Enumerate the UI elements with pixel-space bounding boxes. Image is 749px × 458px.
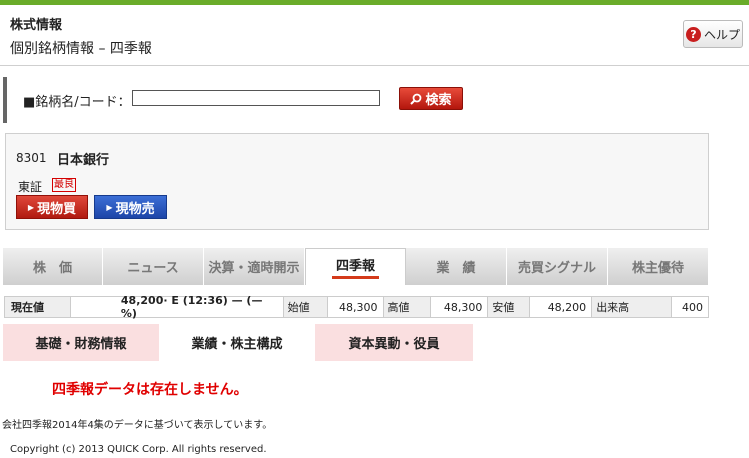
search-icon bbox=[410, 93, 422, 105]
high-price-label: 高値 bbox=[383, 297, 432, 317]
low-price-value: 48,200 bbox=[530, 297, 593, 317]
stock-code: 8301 bbox=[16, 151, 47, 165]
order-badge: 最良 bbox=[52, 178, 76, 192]
tab-label: 四季報 bbox=[331, 255, 379, 279]
tab-news[interactable]: ニュース bbox=[103, 248, 204, 285]
search-input[interactable] bbox=[132, 90, 380, 106]
header-divider bbox=[0, 65, 749, 66]
stock-name: 日本銀行 bbox=[57, 153, 110, 168]
market-label: 東証 bbox=[18, 180, 43, 194]
search-label: ■銘柄名/コード： bbox=[23, 95, 131, 110]
copyright: Copyright (c) 2013 QUICK Corp. All right… bbox=[10, 444, 267, 455]
volume-value: 400 bbox=[682, 300, 704, 314]
tab-stock-price[interactable]: 株 価 bbox=[3, 248, 103, 285]
page-section-title: 株式情報 bbox=[10, 18, 63, 33]
help-button[interactable]: ? ヘルプ bbox=[683, 20, 743, 48]
subtab-performance-shareholders[interactable]: 業績・株主構成 bbox=[159, 324, 315, 361]
search-panel: ■銘柄名/コード： 検索 bbox=[3, 77, 745, 123]
buy-button[interactable]: ▶ 現物買 bbox=[16, 195, 88, 219]
tab-label: 売買シグナル bbox=[517, 261, 596, 276]
top-accent-bar bbox=[0, 0, 749, 5]
play-icon: ▶ bbox=[27, 202, 35, 212]
main-tabs: 株 価 ニュース 決算・適時開示 四季報 業 績 売買シグナル 株主優待 bbox=[3, 248, 709, 285]
play-icon: ▶ bbox=[106, 202, 113, 212]
open-price-value: 48,300 bbox=[328, 297, 384, 317]
data-source-note: 会社四季報2014年4集のデータに基づいて表示しています。 bbox=[2, 420, 273, 431]
tab-label: 決算・適時開示 bbox=[208, 261, 300, 276]
current-price-label: 現在値 bbox=[5, 297, 71, 317]
tab-shikiho[interactable]: 四季報 bbox=[305, 248, 406, 285]
tab-label: ニュース bbox=[127, 261, 179, 276]
tab-label: 株主優待 bbox=[631, 261, 684, 276]
search-button[interactable]: 検索 bbox=[399, 87, 463, 110]
buy-button-label: 現物買 bbox=[37, 201, 77, 217]
search-button-label: 検索 bbox=[425, 93, 452, 108]
question-icon: ? bbox=[685, 26, 701, 42]
tab-trade-signal[interactable]: 売買シグナル bbox=[507, 248, 608, 285]
current-price-value: 48,200· E (12:36) — (— %) bbox=[71, 294, 284, 320]
volume-label: 出来高 bbox=[592, 297, 673, 317]
subtab-capital-officers[interactable]: 資本異動・役員 bbox=[315, 324, 473, 361]
page-title: 個別銘柄情報 – 四季報 bbox=[10, 41, 152, 57]
tab-label: 株 価 bbox=[32, 261, 72, 276]
tab-shareholder-benefits[interactable]: 株主優待 bbox=[608, 248, 709, 285]
low-price-label: 安値 bbox=[488, 297, 531, 317]
sell-button[interactable]: ▶ 現物売 bbox=[94, 195, 167, 219]
no-data-message: 四季報データは存在しません。 bbox=[52, 382, 248, 398]
tab-earnings-disclosure[interactable]: 決算・適時開示 bbox=[204, 248, 305, 285]
subtab-basic-financial[interactable]: 基礎・財務情報 bbox=[3, 324, 159, 361]
quote-bar: 現在値 48,200· E (12:36) — (— %) 始値 48,300 … bbox=[4, 294, 709, 320]
tab-label: 業 績 bbox=[436, 261, 476, 276]
high-price-value: 48,300 bbox=[431, 297, 489, 317]
help-label: ヘルプ bbox=[703, 27, 740, 42]
open-price-label: 始値 bbox=[283, 297, 328, 317]
stock-info-panel: 8301 日本銀行 東証 最良 ▶ 現物買 ▶ 現物売 bbox=[5, 133, 709, 230]
sell-button-label: 現物売 bbox=[115, 201, 155, 217]
tab-performance[interactable]: 業 績 bbox=[406, 248, 507, 285]
sub-tabs: 基礎・財務情報 業績・株主構成 資本異動・役員 bbox=[3, 324, 473, 361]
